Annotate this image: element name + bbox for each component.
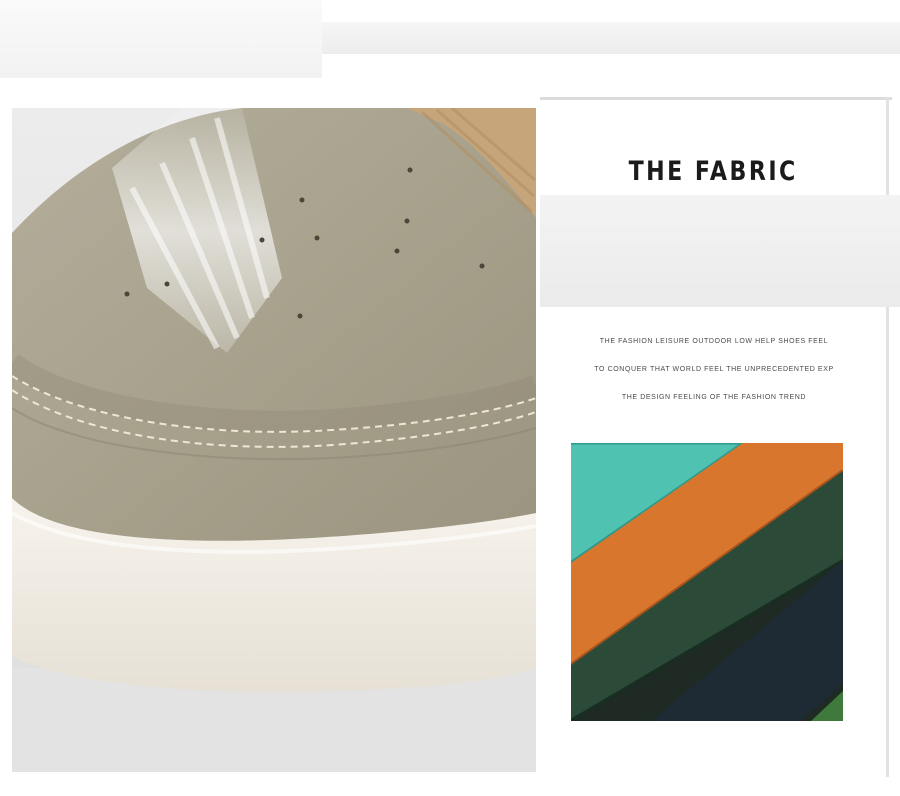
frame-line <box>540 97 892 100</box>
description-line: THE FASHION LEISURE OUTDOOR LOW HELP SHO… <box>599 338 829 345</box>
page-title: THE FABRIC <box>628 155 798 187</box>
top-banner-right <box>322 22 900 54</box>
shoe-closeup-photo <box>12 108 536 772</box>
section-band <box>540 195 900 307</box>
description-line: THE DESIGN FEELING OF THE FASHION TREND <box>621 394 807 401</box>
top-banner-left <box>0 0 322 78</box>
description-line: TO CONQUER THAT WORLD FEEL THE UNPRECEDE… <box>594 366 834 373</box>
title-panel: THE FABRIC <box>540 103 886 195</box>
fabric-swatch-illustration <box>571 443 843 721</box>
fabric-description: THE FASHION LEISURE OUTDOOR LOW HELP SHO… <box>556 328 872 412</box>
shoe-illustration <box>12 108 536 772</box>
fabric-swatch-photo <box>571 443 843 721</box>
